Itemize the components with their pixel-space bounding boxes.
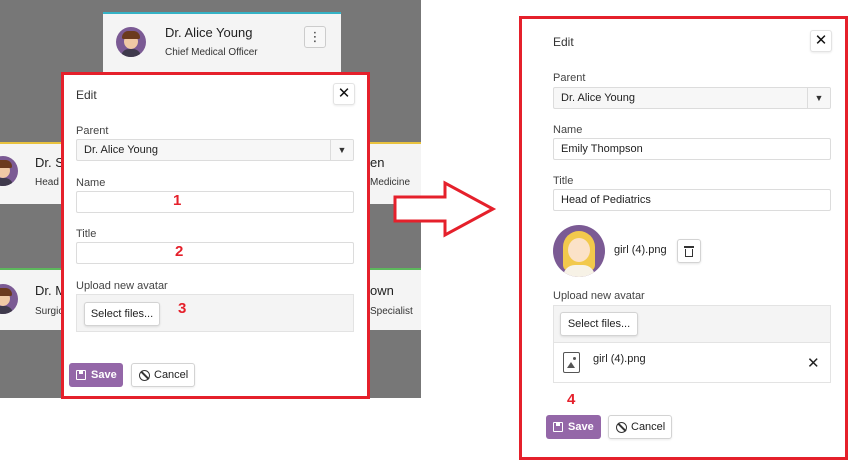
org-card-row2-left: Dr. M Surgic <box>0 268 70 330</box>
card-name: Dr. S <box>35 155 64 170</box>
org-card-top: Dr. Alice Young Chief Medical Officer ⋮ <box>103 12 341 72</box>
card-name: Dr. Alice Young <box>165 25 253 40</box>
card-title: Chief Medical Officer <box>165 47 258 58</box>
org-card-row1-left: Dr. S Head <box>0 142 70 204</box>
card-title: Head <box>35 177 59 188</box>
avatar <box>0 284 18 314</box>
card-accent-line <box>0 142 70 144</box>
card-accent-line <box>103 12 341 14</box>
highlight-box-left <box>61 72 370 399</box>
card-accent-line <box>370 268 421 270</box>
avatar <box>0 156 18 186</box>
card-accent-line <box>0 268 70 270</box>
org-card-row2-right: own Specialist <box>370 268 421 330</box>
highlight-box-right <box>519 16 848 460</box>
card-name: own <box>370 283 394 298</box>
arrow-right-icon <box>393 180 497 238</box>
avatar <box>116 27 146 57</box>
card-accent-line <box>370 142 421 144</box>
card-menu-button[interactable]: ⋮ <box>304 26 326 48</box>
card-title: Specialist <box>370 306 413 317</box>
card-title: Surgic <box>35 306 64 317</box>
card-name: en <box>370 155 385 170</box>
